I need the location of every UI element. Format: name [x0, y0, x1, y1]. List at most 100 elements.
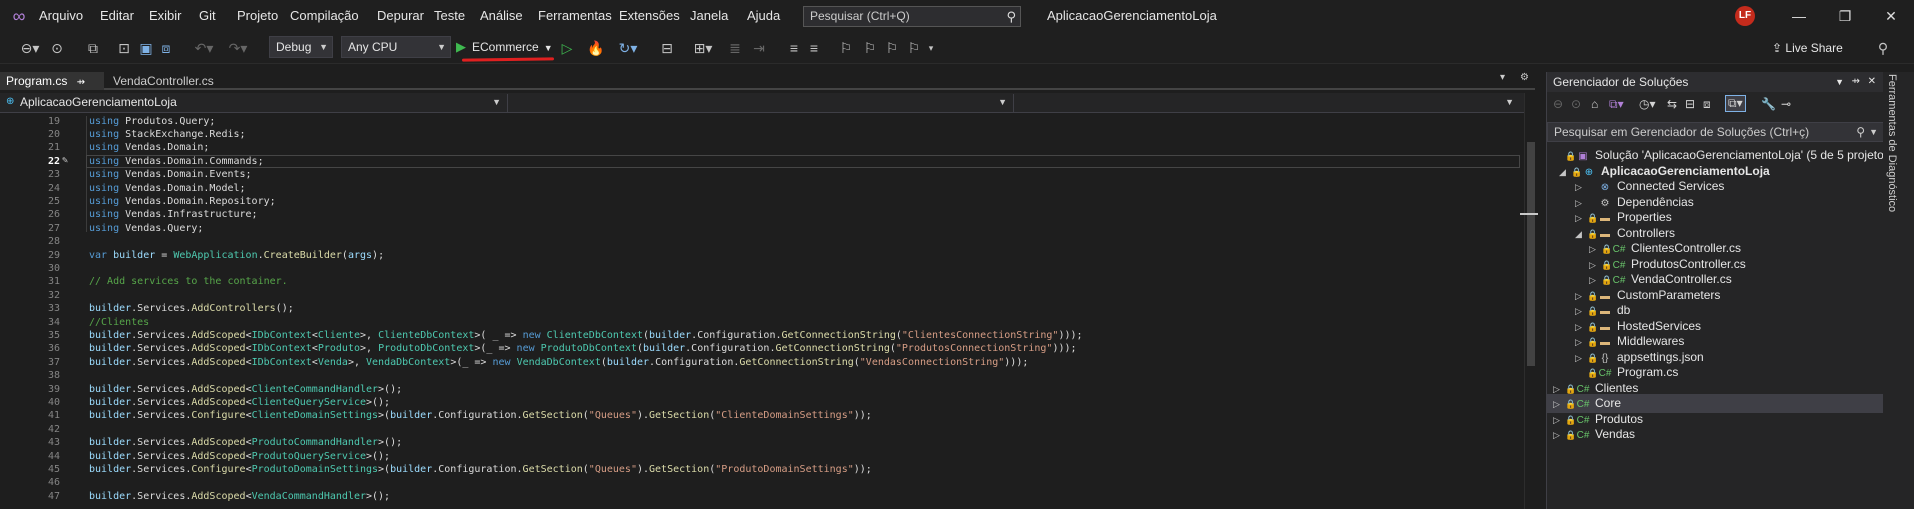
- tab-venda-controller[interactable]: VendaController.cs: [107, 72, 257, 90]
- close-icon[interactable]: ✕: [1868, 0, 1914, 32]
- code-line[interactable]: using Vendas.Domain.Model;: [89, 182, 246, 195]
- close-icon[interactable]: ✕: [1868, 72, 1876, 92]
- code-line[interactable]: var builder = WebApplication.CreateBuild…: [89, 249, 384, 262]
- start-debugging-button[interactable]: ▶ ECommerce ▼: [456, 36, 556, 58]
- menu-item-compilacao[interactable]: Compilação: [290, 0, 359, 32]
- maximize-icon[interactable]: ❐: [1822, 0, 1868, 32]
- code-line[interactable]: builder.Services.Configure<ClienteDomain…: [89, 409, 872, 422]
- platform-select[interactable]: Any CPU ▼: [341, 36, 451, 58]
- code-editor[interactable]: ✎ 19 using Produtos.Query; 20 using StackEx…: [0, 114, 1524, 509]
- menu-item-janela[interactable]: Janela: [690, 0, 728, 32]
- navigate-forward-icon[interactable]: ⊙: [50, 39, 64, 57]
- member-select[interactable]: ▼: [1016, 94, 1520, 112]
- format-icon[interactable]: ≣: [726, 39, 744, 57]
- code-line[interactable]: //Clientes: [89, 316, 149, 329]
- back-icon[interactable]: ⊖: [1553, 97, 1563, 111]
- menu-item-exibir[interactable]: Exibir: [149, 0, 182, 32]
- layout-icon[interactable]: ⊞▾: [688, 39, 718, 57]
- new-item-icon[interactable]: ⧉: [82, 39, 104, 57]
- show-all-files-icon[interactable]: ⧉▾: [1725, 95, 1746, 112]
- avatar[interactable]: LF: [1735, 6, 1755, 26]
- code-line[interactable]: builder.Services.AddScoped<ProdutoComman…: [89, 436, 402, 449]
- code-line[interactable]: using Vendas.Infrastructure;: [89, 208, 258, 221]
- code-line[interactable]: builder.Services.AddScoped<IDbContext<Cl…: [89, 329, 1083, 342]
- save-all-icon[interactable]: ⧈: [158, 39, 174, 57]
- code-line[interactable]: builder.Services.AddScoped<ProdutoQueryS…: [89, 450, 390, 463]
- pending-changes-filter-icon[interactable]: ◷▾: [1639, 97, 1656, 111]
- line-number: 23: [47, 169, 60, 181]
- menu-item-ajuda[interactable]: Ajuda: [747, 0, 780, 32]
- undo-icon[interactable]: ↶▾: [190, 39, 218, 57]
- home-icon[interactable]: ⌂: [1591, 97, 1598, 111]
- preview-icon[interactable]: ⊸: [1781, 97, 1791, 111]
- tab-program-cs[interactable]: Program.cs ⇸ ✕: [0, 72, 104, 108]
- redo-icon[interactable]: ↷▾: [224, 39, 252, 57]
- chevron-down-icon[interactable]: ▼: [1835, 72, 1844, 92]
- menu-item-editar[interactable]: Editar: [100, 0, 134, 32]
- code-line[interactable]: builder.Services.AddScoped<VendaCommandH…: [89, 490, 390, 503]
- menu-item-extensoes[interactable]: Extensões: [619, 0, 680, 32]
- type-select[interactable]: ▼: [510, 94, 1014, 112]
- code-line[interactable]: using Vendas.Domain.Commands;: [89, 155, 264, 168]
- menu-item-ferramentas[interactable]: Ferramentas: [538, 0, 612, 32]
- navigate-back-icon[interactable]: ⊖▾: [14, 39, 46, 57]
- menu-item-git[interactable]: Git: [199, 0, 216, 32]
- chevron-down-icon[interactable]: ▼: [1869, 123, 1878, 141]
- menu-item-arquivo[interactable]: Arquivo: [39, 0, 83, 32]
- bookmark-next-icon[interactable]: ⚐: [884, 39, 900, 57]
- bookmark-clear-icon[interactable]: ⚐: [906, 39, 922, 57]
- switch-views-icon[interactable]: ⧉▾: [1609, 97, 1624, 112]
- project-select[interactable]: ⊕ AplicacaoGerenciamentoLoja ▼: [4, 94, 508, 112]
- menu-item-teste[interactable]: Teste: [434, 0, 465, 32]
- code-line[interactable]: builder.Services.AddScoped<IDbContext<Pr…: [89, 342, 1077, 355]
- bookmark-icon[interactable]: ⚐: [838, 39, 854, 57]
- uncomment-icon[interactable]: ≡: [806, 39, 822, 57]
- collapse-all-icon[interactable]: ⧈: [1703, 97, 1711, 112]
- code-line[interactable]: using StackExchange.Redis;: [89, 128, 246, 141]
- browse-icon[interactable]: ⊟: [658, 39, 676, 57]
- code-line[interactable]: // Add services to the container.: [89, 275, 288, 288]
- hot-reload-icon[interactable]: 🔥: [584, 39, 608, 57]
- menu-item-analise[interactable]: Análise: [480, 0, 523, 32]
- minimize-icon[interactable]: —: [1776, 0, 1822, 32]
- search-input[interactable]: Pesquisar (Ctrl+Q) ⚲: [803, 6, 1021, 27]
- code-line[interactable]: using Vendas.Domain;: [89, 141, 209, 154]
- sync-icon[interactable]: ⇆: [1667, 97, 1677, 111]
- scrollbar-thumb[interactable]: [1527, 142, 1535, 366]
- pin-icon[interactable]: ⇸: [1852, 72, 1860, 92]
- code-line[interactable]: builder.Services.AddScoped<IDbContext<Ve…: [89, 356, 1028, 369]
- visual-studio-logo-icon[interactable]: ∞: [8, 6, 30, 26]
- code-line[interactable]: builder.Services.AddScoped<ClienteQueryS…: [89, 396, 390, 409]
- code-line[interactable]: builder.Services.AddScoped<ClienteComman…: [89, 383, 402, 396]
- code-line[interactable]: builder.Services.Configure<ProdutoDomain…: [89, 463, 872, 476]
- collapsed-chevron-icon[interactable]: ▷: [1553, 426, 1565, 445]
- open-file-icon[interactable]: ⊡: [116, 39, 132, 57]
- live-share-button[interactable]: ⇪ Live Share: [1772, 38, 1843, 58]
- properties-wrench-icon[interactable]: 🔧: [1761, 97, 1776, 111]
- menu-item-depurar[interactable]: Depurar: [377, 0, 424, 32]
- feedback-icon[interactable]: ⚲: [1874, 39, 1892, 57]
- settings-icon[interactable]: ⚙: [1520, 72, 1529, 83]
- code-line[interactable]: builder.Services.AddControllers();: [89, 302, 294, 315]
- code-line[interactable]: using Vendas.Query;: [89, 222, 203, 235]
- refresh-icon[interactable]: ↻▾: [614, 39, 642, 57]
- overflow-icon[interactable]: ▾: [926, 39, 936, 57]
- start-without-debugging-icon[interactable]: ▷: [560, 39, 574, 57]
- tab-list-icon[interactable]: ▾: [1500, 72, 1505, 83]
- bookmark-prev-icon[interactable]: ⚐: [862, 39, 878, 57]
- tree-node[interactable]: ▷ 🔒C# Vendas: [1547, 425, 1884, 444]
- diagnostic-tools-label[interactable]: Ferramentas de Diagnóstico: [1886, 74, 1898, 212]
- menu-item-projeto[interactable]: Projeto: [237, 0, 278, 32]
- solution-search-input[interactable]: Pesquisar em Gerenciador de Soluções (Ct…: [1547, 122, 1884, 142]
- pin-icon[interactable]: ⇸: [77, 77, 85, 88]
- refresh-icon[interactable]: ⊟: [1685, 97, 1695, 111]
- code-line[interactable]: using Vendas.Domain.Events;: [89, 168, 252, 181]
- code-line[interactable]: using Vendas.Domain.Repository;: [89, 195, 276, 208]
- code-line[interactable]: using Produtos.Query;: [89, 115, 215, 128]
- tree-node-label: appsettings.json: [1617, 349, 1704, 364]
- save-icon[interactable]: ▣: [138, 39, 154, 57]
- configuration-select[interactable]: Debug ▼: [269, 36, 333, 58]
- comment-icon[interactable]: ≡: [786, 39, 802, 57]
- indent-icon[interactable]: ⇥: [750, 39, 768, 57]
- forward-icon[interactable]: ⊙: [1571, 97, 1581, 111]
